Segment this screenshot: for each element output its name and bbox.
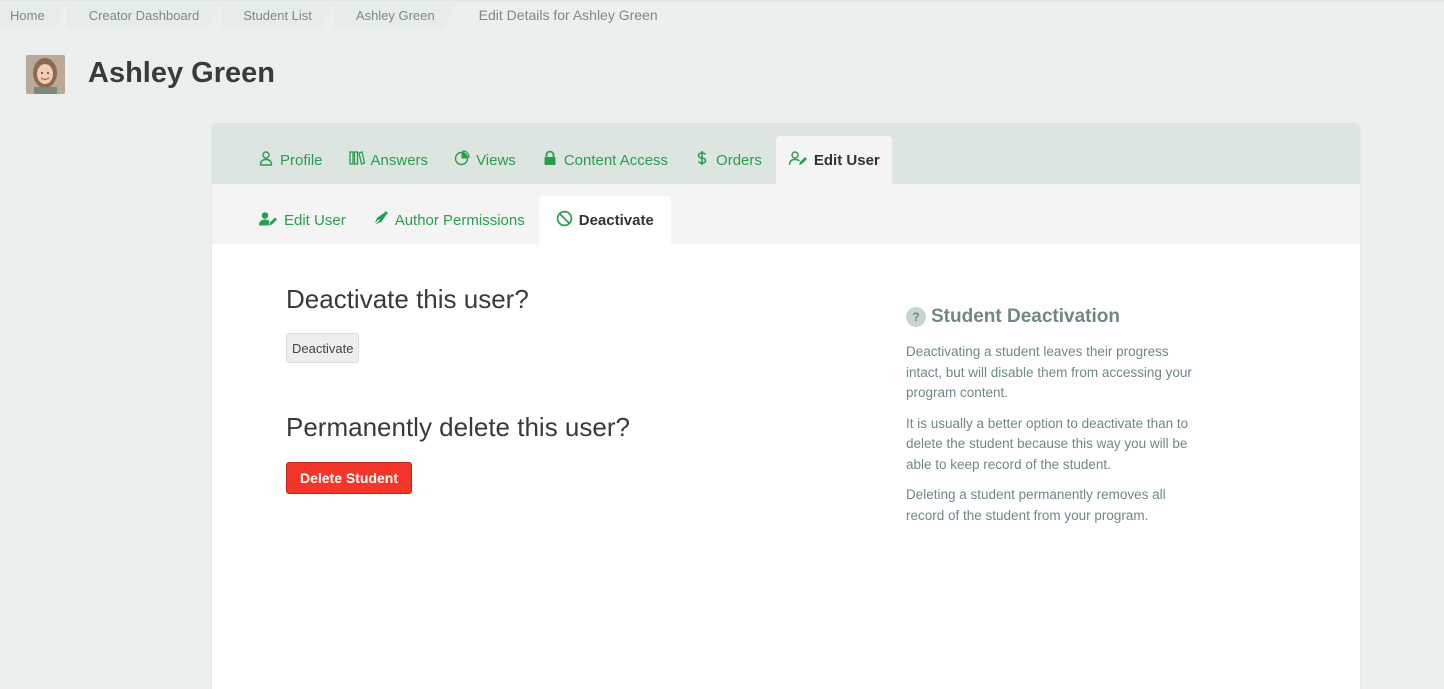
deactivate-panel: Deactivate this user? Deactivate Permane… xyxy=(212,244,1360,689)
user-edit-icon xyxy=(258,210,278,231)
help-paragraph: Deactivating a student leaves their prog… xyxy=(906,344,1192,400)
delete-heading: Permanently delete this user? xyxy=(286,412,630,442)
tab-label: Views xyxy=(476,151,516,169)
breadcrumb-current: Edit Details for Ashley Green xyxy=(478,7,658,23)
tab-label: Answers xyxy=(370,151,429,169)
subtab-author-permissions[interactable]: Author Permissions xyxy=(360,196,537,244)
tab-edit-user[interactable]: Edit User xyxy=(775,136,892,184)
deactivate-heading: Deactivate this user? xyxy=(286,284,529,314)
pen-nib-icon xyxy=(372,210,389,231)
delete-student-button[interactable]: Delete Student xyxy=(286,462,412,494)
breadcrumb-student-list[interactable]: Student List xyxy=(221,1,335,29)
user-outline-icon xyxy=(258,150,274,170)
tab-orders[interactable]: Orders xyxy=(682,136,774,184)
breadcrumb-home[interactable]: Home xyxy=(0,1,68,29)
subtab-deactivate[interactable]: Deactivate xyxy=(538,196,671,244)
primary-tabs: Profile Answers Views Content Access Ord… xyxy=(212,123,1360,184)
tab-label: Orders xyxy=(716,151,762,169)
tab-profile[interactable]: Profile xyxy=(246,136,335,184)
page-title: Ashley Green xyxy=(88,57,275,89)
breadcrumb-student[interactable]: Ashley Green xyxy=(333,1,458,29)
main-card: Profile Answers Views Content Access Ord… xyxy=(212,123,1360,689)
tab-label: Edit User xyxy=(813,151,880,169)
tab-content-access[interactable]: Content Access xyxy=(530,136,680,184)
breadcrumb: Home Creator Dashboard Student List Ashl… xyxy=(0,0,1444,29)
breadcrumb-creator-dashboard[interactable]: Creator Dashboard xyxy=(66,1,222,29)
tab-label: Profile xyxy=(280,151,323,169)
help-panel: ? Student Deactivation Deactivating a st… xyxy=(906,306,1196,526)
tab-answers[interactable]: Answers xyxy=(337,136,441,184)
secondary-tabs: Edit User Author Permissions Deactivate xyxy=(212,184,1360,244)
help-paragraph: Deleting a student permanently removes a… xyxy=(906,487,1166,523)
books-icon xyxy=(348,150,365,170)
tab-label: Author Permissions xyxy=(394,211,525,229)
lock-icon xyxy=(542,150,558,170)
help-title: ? Student Deactivation xyxy=(906,306,1196,328)
deactivate-button[interactable]: Deactivate xyxy=(286,333,360,363)
help-title-text: Student Deactivation xyxy=(931,306,1120,327)
tab-label: Deactivate xyxy=(578,211,654,229)
tab-views[interactable]: Views xyxy=(442,136,528,184)
user-edit-icon xyxy=(788,150,808,170)
help-paragraph: It is usually a better option to deactiv… xyxy=(906,415,1189,472)
subtab-edit-user[interactable]: Edit User xyxy=(246,196,358,244)
avatar xyxy=(26,55,65,94)
tab-label: Edit User xyxy=(284,211,346,229)
ban-icon xyxy=(556,210,573,231)
tab-label: Content Access xyxy=(563,151,669,169)
pie-chart-icon xyxy=(454,150,470,170)
dollar-icon xyxy=(694,150,710,170)
question-icon: ? xyxy=(906,307,926,327)
